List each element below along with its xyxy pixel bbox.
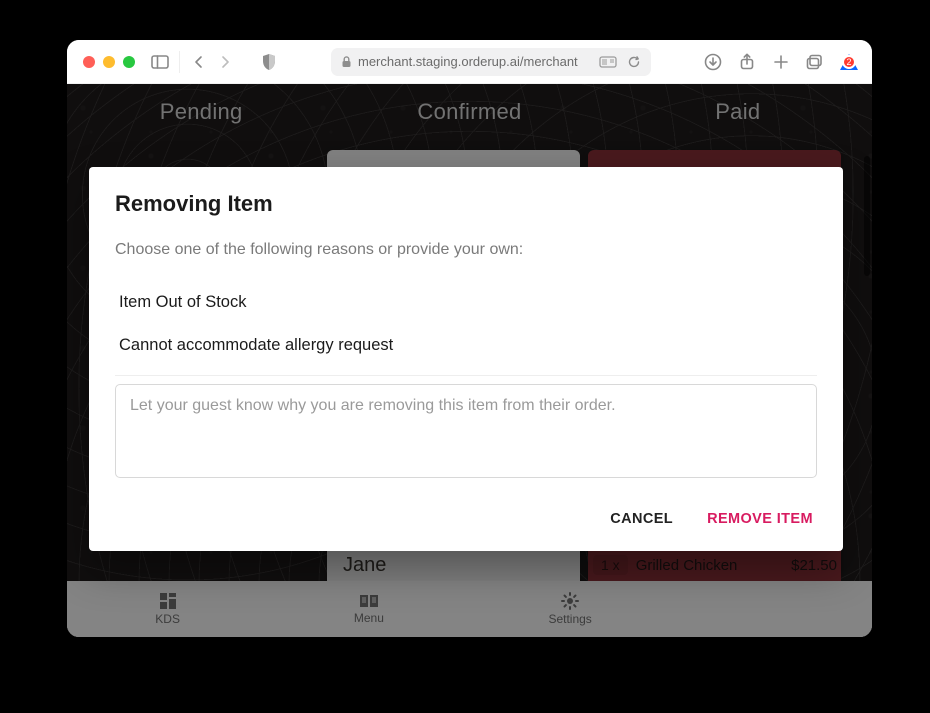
remove-item-dialog: Removing Item Choose one of the followin…	[89, 167, 843, 551]
browser-toolbar: merchant.staging.orderup.ai/merchant	[67, 40, 872, 84]
cancel-button[interactable]: CANCEL	[606, 505, 677, 533]
back-button[interactable]	[186, 49, 212, 75]
downloads-button[interactable]	[700, 49, 726, 75]
alert-badge: 2	[842, 55, 856, 69]
close-window-button[interactable]	[83, 56, 95, 68]
sidebar-toggle-button[interactable]	[147, 49, 173, 75]
app-body: Pending Confirmed Paid Jane 1 x Grilled …	[67, 84, 872, 637]
dialog-actions: CANCEL REMOVE ITEM	[115, 505, 817, 533]
reason-option[interactable]: Item Out of Stock	[115, 281, 817, 324]
new-tab-button[interactable]	[768, 49, 794, 75]
url-text: merchant.staging.orderup.ai/merchant	[358, 54, 593, 69]
minimize-window-button[interactable]	[103, 56, 115, 68]
remove-item-button[interactable]: REMOVE ITEM	[703, 505, 817, 533]
forward-button[interactable]	[212, 49, 238, 75]
custom-reason-input[interactable]	[115, 384, 817, 478]
divider	[115, 375, 817, 376]
dialog-lead: Choose one of the following reasons or p…	[115, 241, 817, 259]
address-bar[interactable]: merchant.staging.orderup.ai/merchant	[331, 48, 651, 76]
tabs-button[interactable]	[802, 49, 828, 75]
reader-icon	[599, 55, 621, 69]
zoom-window-button[interactable]	[123, 56, 135, 68]
share-button[interactable]	[734, 49, 760, 75]
alert-button[interactable]: 2	[836, 49, 862, 75]
window-controls	[83, 56, 135, 68]
reload-icon[interactable]	[627, 55, 641, 69]
privacy-shield-button[interactable]	[256, 49, 282, 75]
reason-options: Item Out of Stock Cannot accommodate all…	[115, 281, 817, 367]
dialog-title: Removing Item	[115, 191, 817, 217]
reason-option[interactable]: Cannot accommodate allergy request	[115, 324, 817, 367]
browser-window: merchant.staging.orderup.ai/merchant	[67, 40, 872, 637]
